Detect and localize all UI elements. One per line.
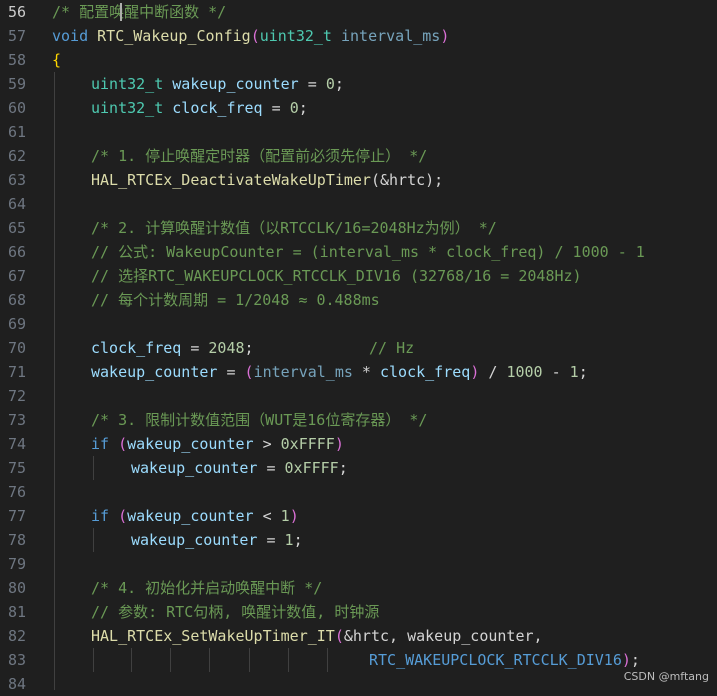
variable: clock_freq: [380, 363, 471, 381]
number: 0: [325, 75, 335, 93]
code-line-57[interactable]: void RTC_Wakeup_Config(uint32_t interval…: [52, 24, 449, 48]
comment: /* 2. 计算唤醒计数值（以RTCCLK/16=2048Hz为例） */: [91, 219, 497, 237]
semicolon: ;: [334, 75, 344, 93]
code-line-71[interactable]: wakeup_counter = (interval_ms * clock_fr…: [91, 360, 588, 384]
number: 0xFFFF: [284, 459, 339, 477]
variable: wakeup_counter: [172, 75, 299, 93]
code-line-82[interactable]: HAL_RTCEx_SetWakeUpTimer_IT(&hrtc, wakeu…: [91, 624, 543, 648]
variable: wakeup_counter: [127, 507, 254, 525]
code-line-74[interactable]: if (wakeup_counter > 0xFFFF): [91, 432, 344, 456]
code-line-83[interactable]: RTC_WAKEUPCLOCK_RTCCLK_DIV16);: [369, 648, 640, 672]
keyword: void: [52, 27, 89, 45]
paren: ): [440, 27, 450, 45]
macro: RTC_WAKEUPCLOCK_RTCCLK_DIV16: [369, 651, 622, 669]
function-name: RTC_Wakeup_Config: [97, 27, 251, 45]
function-name: HAL_RTCEx_DeactivateWakeUpTimer: [91, 171, 371, 189]
variable: clock_freq: [91, 339, 182, 357]
keyword: if: [91, 507, 110, 525]
type: uint32_t: [91, 75, 164, 93]
code-line-81[interactable]: // 参数: RTC句柄, 唤醒计数值, 时钟源: [91, 600, 379, 624]
brace: {: [52, 51, 62, 69]
keyword: if: [91, 435, 110, 453]
paren: ): [289, 507, 299, 525]
number: 1: [284, 531, 294, 549]
number: 0: [289, 99, 299, 117]
code-line-68[interactable]: // 每个计数周期 = 1/2048 ≈ 0.488ms: [91, 288, 380, 312]
operator: >: [253, 435, 281, 453]
code-line-70[interactable]: clock_freq = 2048;: [91, 336, 254, 360]
code-line-77[interactable]: if (wakeup_counter < 1): [91, 504, 299, 528]
number: 0xFFFF: [280, 435, 335, 453]
paren: ): [334, 435, 344, 453]
number: 1: [280, 507, 290, 525]
operator: =: [217, 363, 245, 381]
variable: wakeup_counter: [127, 435, 254, 453]
code-line-73[interactable]: /* 3. 限制计数值范围（WUT是16位寄存器） */: [91, 408, 427, 432]
operator: =: [298, 75, 326, 93]
arguments: &hrtc, wakeup_counter,: [343, 627, 543, 645]
code-line-60[interactable]: uint32_t clock_freq = 0;: [91, 96, 308, 120]
operator: =: [257, 459, 285, 477]
watermark: CSDN @mftang: [623, 670, 709, 683]
code-line-78[interactable]: wakeup_counter = 1;: [131, 528, 303, 552]
paren: (: [250, 27, 260, 45]
paren: ): [470, 363, 480, 381]
operator: =: [262, 99, 290, 117]
semicolon: ;: [630, 651, 640, 669]
code-area[interactable]: /* 配置唤醒中断函数 */ void RTC_Wakeup_Config(ui…: [0, 0, 717, 690]
type: uint32_t: [259, 27, 332, 45]
function-name: HAL_RTCEx_SetWakeUpTimer_IT: [91, 627, 335, 645]
semicolon: ;: [298, 99, 308, 117]
number: 1000: [506, 363, 543, 381]
semicolon: ;: [244, 339, 254, 357]
operator: <: [253, 507, 281, 525]
number: 2048: [208, 339, 245, 357]
code-line-58[interactable]: {: [52, 48, 61, 72]
parameter: interval_ms: [341, 27, 441, 45]
semicolon: ;: [293, 531, 303, 549]
operator: =: [181, 339, 209, 357]
parameter: interval_ms: [253, 363, 353, 381]
variable: clock_freq: [172, 99, 263, 117]
paren: (: [244, 363, 254, 381]
comment: // 每个计数周期 = 1/2048 ≈ 0.488ms: [91, 291, 380, 309]
comment: /* 配置唤醒中断函数 */: [52, 3, 227, 21]
comment: /* 4. 初始化并启动唤醒中断 */: [91, 579, 323, 597]
comment: // 参数: RTC句柄, 唤醒计数值, 时钟源: [91, 603, 380, 621]
paren: (: [118, 435, 128, 453]
comment: /* 3. 限制计数值范围（WUT是16位寄存器） */: [91, 411, 428, 429]
variable: wakeup_counter: [131, 531, 258, 549]
code-line-59[interactable]: uint32_t wakeup_counter = 0;: [91, 72, 344, 96]
comment: // 公式: WakeupCounter = (interval_ms * cl…: [91, 243, 645, 261]
variable: wakeup_counter: [91, 363, 218, 381]
code-line-66[interactable]: // 公式: WakeupCounter = (interval_ms * cl…: [91, 240, 645, 264]
comment: // Hz: [369, 339, 415, 357]
paren: ): [621, 651, 631, 669]
operator: =: [257, 531, 285, 549]
code-line-75[interactable]: wakeup_counter = 0xFFFF;: [131, 456, 348, 480]
number: 1: [569, 363, 579, 381]
code-line-65[interactable]: /* 2. 计算唤醒计数值（以RTCCLK/16=2048Hz为例） */: [91, 216, 497, 240]
text-cursor: [120, 3, 122, 21]
code-line-63[interactable]: HAL_RTCEx_DeactivateWakeUpTimer(&hrtc);: [91, 168, 443, 192]
code-line-67[interactable]: // 选择RTC_WAKEUPCLOCK_RTCCLK_DIV16 (32768…: [91, 264, 582, 288]
semicolon: ;: [578, 363, 588, 381]
operator: *: [352, 363, 380, 381]
code-line-56[interactable]: /* 配置唤醒中断函数 */: [52, 0, 226, 24]
paren: (: [334, 627, 344, 645]
variable: wakeup_counter: [131, 459, 258, 477]
operator: -: [542, 363, 570, 381]
code-editor[interactable]: 56 57 58 59 60 61 62 63 64 65 66 67 68 69 70 71 72 73 74 75…: [0, 0, 717, 693]
semicolon: ;: [338, 459, 348, 477]
code-line-62[interactable]: /* 1. 停止唤醒定时器（配置前必须先停止） */: [91, 144, 427, 168]
operator: /: [479, 363, 507, 381]
code-line-80[interactable]: /* 4. 初始化并启动唤醒中断 */: [91, 576, 322, 600]
type: uint32_t: [91, 99, 164, 117]
comment: // 选择RTC_WAKEUPCLOCK_RTCCLK_DIV16 (32768…: [91, 267, 582, 285]
paren: (: [118, 507, 128, 525]
comment: /* 1. 停止唤醒定时器（配置前必须先停止） */: [91, 147, 428, 165]
arguments: (&hrtc);: [370, 171, 444, 189]
code-line-70-comment: // Hz: [369, 336, 414, 360]
